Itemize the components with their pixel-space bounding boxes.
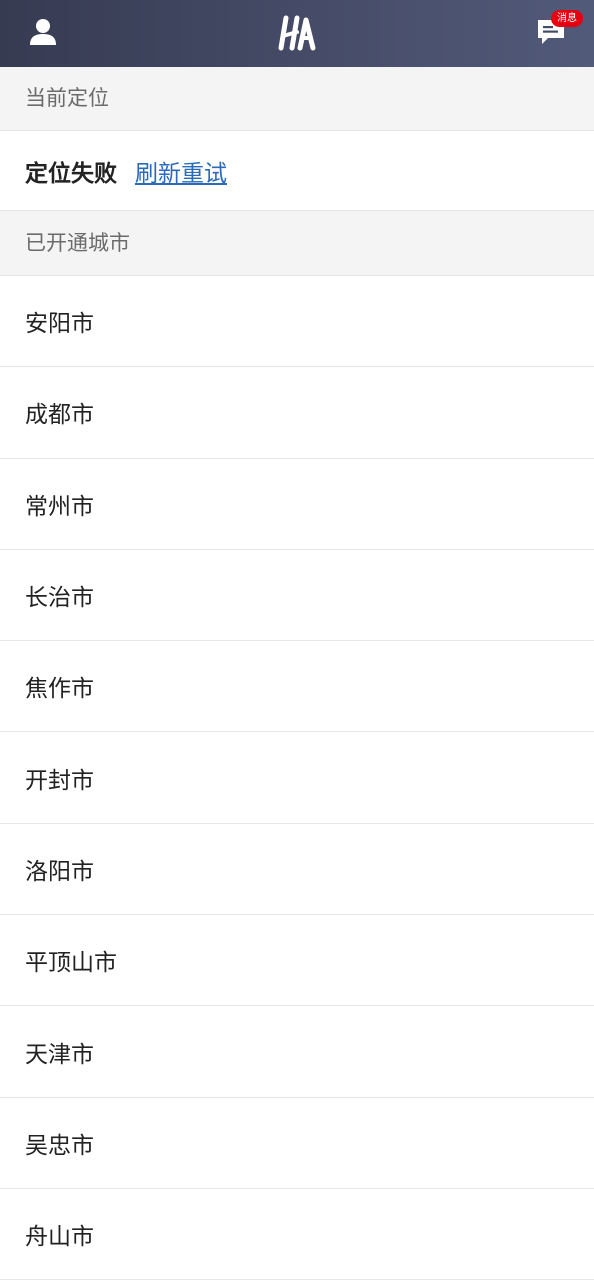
city-item-luoyang[interactable]: 洛阳市 <box>0 823 594 916</box>
location-status-row: 定位失败 刷新重试 <box>0 131 594 211</box>
city-item-chengdu[interactable]: 成都市 <box>0 367 594 459</box>
city-item-pingdingshan[interactable]: 平顶山市 <box>0 915 594 1007</box>
city-list: 安阳市 成都市 常州市 长治市 焦作市 开封市 洛阳市 平顶山市 天津市 吴忠市… <box>0 276 594 1280</box>
city-item-jiaozuo[interactable]: 焦作市 <box>0 641 594 733</box>
city-item-anyang[interactable]: 安阳市 <box>0 276 594 368</box>
message-badge: 消息 <box>551 10 583 27</box>
city-item-kaifeng[interactable]: 开封市 <box>0 732 594 824</box>
city-item-zhoushan[interactable]: 舟山市 <box>0 1188 594 1280</box>
current-location-header: 当前定位 <box>0 67 594 131</box>
open-cities-header: 已开通城市 <box>0 211 594 276</box>
location-status: 定位失败 <box>25 160 117 187</box>
user-icon[interactable] <box>28 17 58 47</box>
city-item-wuzhong[interactable]: 吴忠市 <box>0 1097 594 1189</box>
logo <box>278 15 316 51</box>
city-item-tianjin[interactable]: 天津市 <box>0 1006 594 1098</box>
messages-button[interactable]: 消息 <box>533 10 589 50</box>
city-item-changzhou[interactable]: 常州市 <box>0 458 594 550</box>
top-header: 消息 <box>0 0 594 67</box>
refresh-retry-link[interactable]: 刷新重试 <box>135 154 227 188</box>
city-item-changzhi[interactable]: 长治市 <box>0 549 594 642</box>
